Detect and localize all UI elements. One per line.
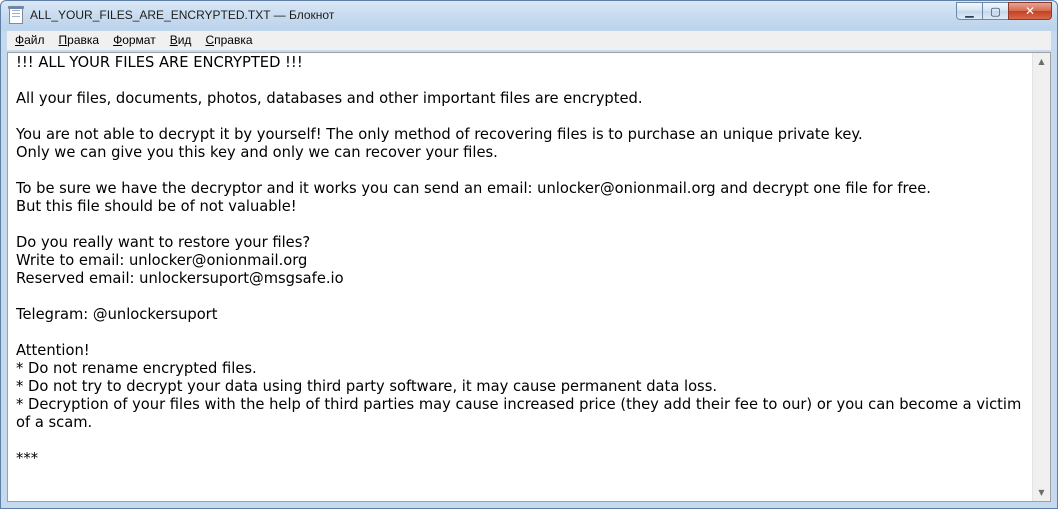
text-editor[interactable]: !!! ALL YOUR FILES ARE ENCRYPTED !!! All…	[7, 52, 1051, 502]
notepad-icon[interactable]	[8, 6, 24, 24]
menu-edit-mnemonic: П	[58, 33, 68, 47]
close-icon: ✕	[1024, 4, 1036, 18]
menu-edit[interactable]: Правка	[52, 31, 107, 50]
menu-view-mnemonic: В	[169, 33, 178, 47]
menu-edit-label: равка	[67, 33, 100, 47]
menu-format-mnemonic: Ф	[113, 33, 123, 47]
menu-bar: Файл Правка Формат Вид Справка	[7, 31, 1051, 50]
vertical-scrollbar[interactable]: ▲ ▼	[1032, 53, 1050, 501]
menu-view-label: ид	[177, 33, 192, 47]
title-bar[interactable]: ALL_YOUR_FILES_ARE_ENCRYPTED.TXT — Блокн…	[1, 1, 1057, 31]
menu-file-mnemonic: Ф	[15, 33, 25, 47]
notepad-window: ALL_YOUR_FILES_ARE_ENCRYPTED.TXT — Блокн…	[0, 0, 1058, 509]
menu-help-label: правка	[214, 33, 253, 47]
scroll-down-icon[interactable]: ▼	[1033, 484, 1050, 501]
document-text[interactable]: !!! ALL YOUR FILES ARE ENCRYPTED !!! All…	[16, 54, 1030, 501]
scroll-up-icon[interactable]: ▲	[1033, 53, 1050, 70]
menu-format[interactable]: Формат	[106, 31, 163, 50]
close-button[interactable]: ✕	[1008, 2, 1052, 20]
menu-help[interactable]: Справка	[198, 31, 259, 50]
maximize-icon: ▢	[990, 4, 1001, 18]
minimize-icon: ▁	[965, 4, 974, 18]
caption-buttons: ▁ ▢ ✕	[956, 2, 1052, 21]
menu-file-label: айл	[24, 33, 45, 47]
menu-help-mnemonic: С	[205, 33, 215, 47]
maximize-button[interactable]: ▢	[982, 2, 1008, 20]
menu-view[interactable]: Вид	[163, 31, 199, 50]
menu-file[interactable]: Файл	[7, 31, 52, 50]
minimize-button[interactable]: ▁	[956, 2, 982, 20]
menu-format-label: ормат	[122, 33, 156, 47]
window-title: ALL_YOUR_FILES_ARE_ENCRYPTED.TXT — Блокн…	[30, 8, 335, 22]
